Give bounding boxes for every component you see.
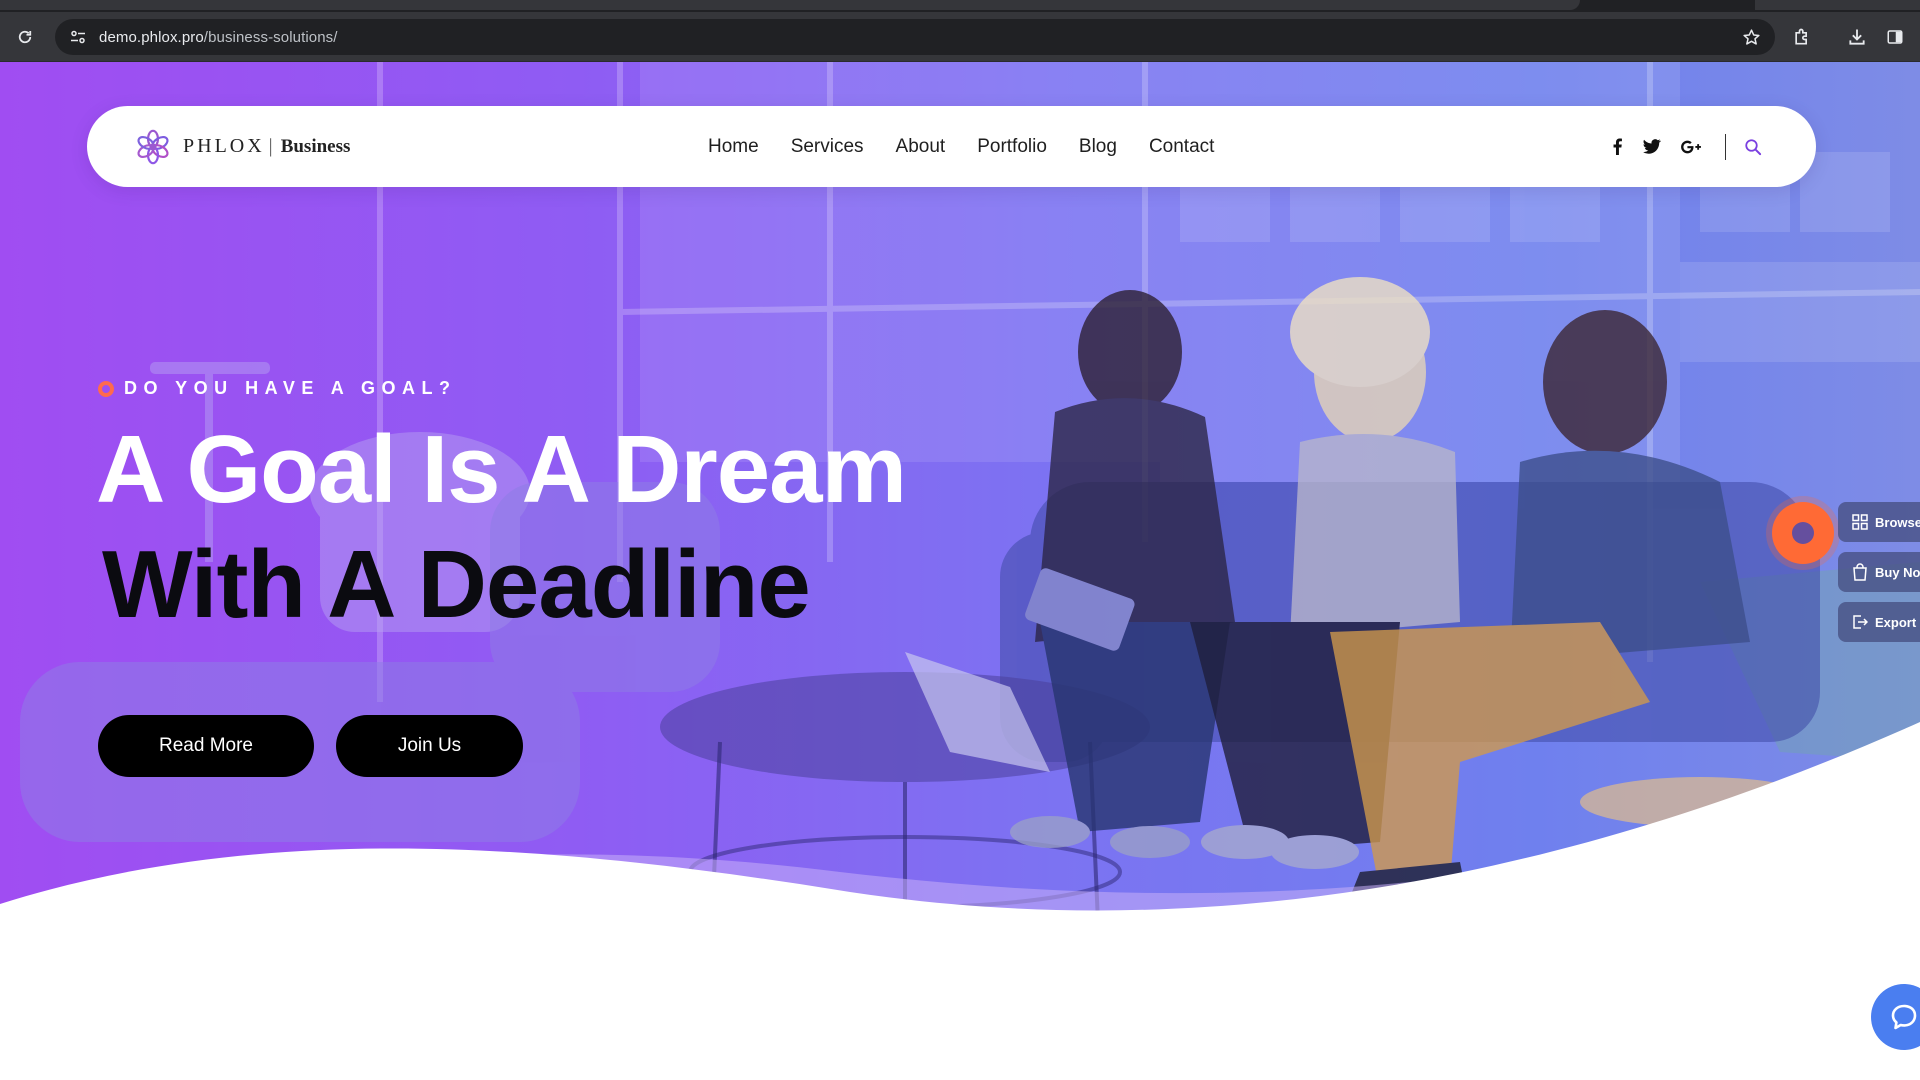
hero-title-line-2: With A Deadline <box>102 531 811 638</box>
buy-now-label: Buy No <box>1875 564 1920 580</box>
side-panel-icon[interactable] <box>1878 12 1912 62</box>
join-us-button[interactable]: Join Us <box>336 715 523 777</box>
extensions-icon[interactable] <box>1785 12 1819 62</box>
export-icon <box>1853 615 1868 629</box>
url-text[interactable]: demo.phlox.pro/business-solutions/ <box>99 29 338 46</box>
floating-button-dot <box>1792 522 1814 544</box>
hero-title-line-1: A Goal Is A Dream <box>96 416 907 523</box>
search-icon[interactable] <box>1744 138 1762 156</box>
site-logo[interactable]: PHLOX | Business <box>135 106 350 187</box>
nav-home[interactable]: Home <box>708 136 759 158</box>
browser-tab-strip <box>0 0 1920 12</box>
url-path: /business-solutions/ <box>203 28 338 46</box>
export-label: Export : <box>1875 614 1920 630</box>
buy-now-button[interactable]: Buy No <box>1838 552 1920 592</box>
read-more-button[interactable]: Read More <box>98 715 314 777</box>
page-viewport: PHLOX | Business Home Services About Por… <box>0 62 1920 1080</box>
hero-eyebrow: DO YOU HAVE A GOAL? <box>98 378 457 399</box>
active-tab[interactable] <box>0 0 1580 10</box>
nav-about[interactable]: About <box>896 136 946 158</box>
logo-separator: | <box>268 135 273 157</box>
site-header: PHLOX | Business Home Services About Por… <box>87 106 1816 187</box>
phlox-flower-icon <box>137 129 169 164</box>
hero-section: PHLOX | Business Home Services About Por… <box>0 62 1920 922</box>
social-links <box>1612 106 1762 187</box>
twitter-icon[interactable] <box>1643 139 1661 154</box>
inactive-tab[interactable] <box>1755 0 1920 10</box>
nav-blog[interactable]: Blog <box>1079 136 1117 158</box>
google-plus-icon[interactable] <box>1681 140 1701 154</box>
browse-label: Browse <box>1875 514 1920 530</box>
bookmark-star-icon[interactable] <box>1742 19 1761 55</box>
browser-toolbar: demo.phlox.pro/business-solutions/ <box>0 12 1920 62</box>
facebook-icon[interactable] <box>1612 138 1623 155</box>
download-icon[interactable] <box>1840 12 1874 62</box>
chat-bubble-icon <box>1891 1004 1917 1030</box>
shopping-bag-icon <box>1853 563 1867 581</box>
reload-icon[interactable] <box>8 12 42 62</box>
export-button[interactable]: Export : <box>1838 602 1920 642</box>
orange-ring-icon <box>98 380 114 397</box>
browse-demos-button[interactable]: Browse <box>1838 502 1920 542</box>
address-bar[interactable]: demo.phlox.pro/business-solutions/ <box>55 19 1775 55</box>
site-info-icon[interactable] <box>63 29 93 45</box>
orange-floating-button[interactable] <box>1772 502 1834 564</box>
header-divider <box>1725 133 1726 160</box>
logo-subtitle: Business <box>280 135 351 157</box>
grid-icon <box>1852 514 1868 530</box>
nav-contact[interactable]: Contact <box>1149 136 1214 158</box>
main-navigation: Home Services About Portfolio Blog Conta… <box>708 106 1246 187</box>
nav-services[interactable]: Services <box>791 136 864 158</box>
logo-brand-text: PHLOX <box>183 135 265 157</box>
url-host: demo.phlox.pro <box>99 28 204 46</box>
nav-portfolio[interactable]: Portfolio <box>977 136 1047 158</box>
hero-eyebrow-text: DO YOU HAVE A GOAL? <box>124 378 457 398</box>
chat-widget-button[interactable] <box>1871 984 1920 1050</box>
